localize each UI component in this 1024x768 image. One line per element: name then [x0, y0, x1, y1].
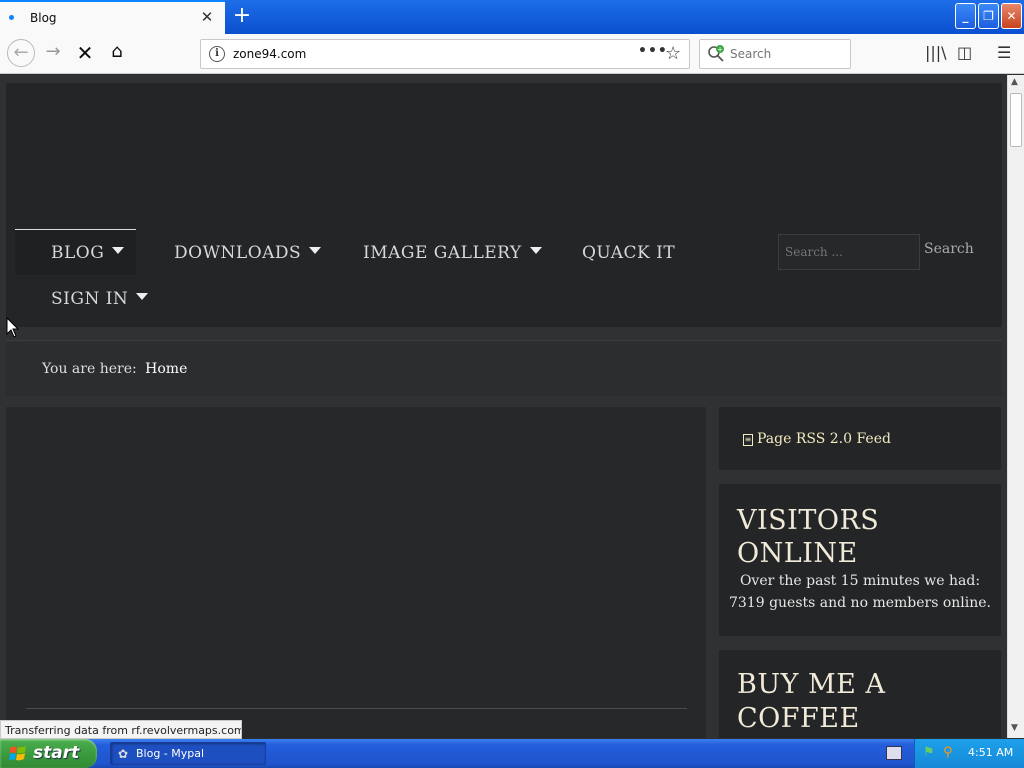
stop-button[interactable]: ✕ — [72, 41, 98, 67]
browser-search-bar[interactable]: + — [699, 39, 851, 69]
caret-down-icon[interactable] — [529, 247, 542, 254]
taskbar: start ✿ Blog - Mypal ⚑ ⚲ 4:51 AM — [0, 739, 1024, 768]
visitors-text: Over the past 15 minutes we had: 7319 gu… — [719, 570, 1001, 614]
start-label: start — [33, 743, 80, 763]
site-search-field[interactable] — [778, 234, 920, 270]
coffee-title-line2: COFFEE — [737, 703, 860, 734]
network-icon[interactable]: ⚑ — [923, 745, 935, 760]
site-search-input[interactable] — [779, 235, 919, 269]
restore-button[interactable]: ❐ — [978, 3, 999, 29]
home-button[interactable]: ⌂ — [104, 41, 130, 67]
mouse-cursor-icon — [6, 317, 20, 338]
breadcrumb-home: Home — [145, 361, 188, 377]
breadcrumb-text: You are here: Home — [42, 361, 187, 377]
nav-quack-it[interactable]: QUACK IT — [582, 243, 675, 263]
taskbar-item-blog[interactable]: ✿ Blog - Mypal — [110, 742, 266, 765]
buy-coffee-module: BUY ME A COFFEE — [719, 650, 1001, 738]
library-icon[interactable]: |||\ — [925, 43, 947, 62]
close-window-button[interactable]: ✕ — [1001, 3, 1022, 29]
title-bar: Blog ✕ + _ ❐ ✕ — [0, 0, 1024, 34]
site-info-icon[interactable]: i — [209, 46, 225, 62]
breadcrumb: You are here: Home — [6, 340, 1002, 396]
nav-label: IMAGE GALLERY — [363, 243, 522, 263]
tab-blog[interactable]: Blog ✕ — [0, 0, 225, 34]
nav-blog[interactable]: BLOG — [51, 243, 125, 263]
start-button[interactable]: start — [0, 739, 97, 768]
scroll-up-icon[interactable]: ▲ — [1011, 77, 1018, 87]
page-viewport: BLOG DOWNLOADS IMAGE GALLERY QUACK IT SI… — [0, 75, 1007, 738]
nav-label: QUACK IT — [582, 243, 676, 263]
caret-down-icon[interactable] — [136, 293, 149, 300]
scroll-down-icon[interactable]: ▼ — [1011, 723, 1018, 733]
url-text[interactable]: zone94.com — [233, 47, 306, 61]
svg-text:+: + — [717, 46, 723, 54]
coffee-title-line1: BUY ME A — [737, 669, 886, 700]
taskbar-item-label: Blog - Mypal — [136, 747, 205, 760]
visitors-title-line1: VISITORS — [737, 505, 880, 536]
search-tray-icon[interactable]: ⚲ — [943, 745, 953, 760]
nav-label: BLOG — [51, 243, 105, 263]
back-button[interactable]: ← — [7, 39, 35, 67]
minimize-button[interactable]: _ — [955, 3, 976, 29]
tab-title: Blog — [30, 11, 57, 25]
forward-button[interactable]: → — [40, 41, 66, 67]
browser-app-icon: ✿ — [118, 747, 129, 761]
bookmark-star-icon[interactable]: ☆ — [665, 43, 681, 64]
breadcrumb-prefix: You are here: — [42, 361, 137, 377]
status-bar: Transferring data from rf.revolvermaps.c… — [0, 720, 242, 739]
feed-icon: ≡ — [743, 434, 753, 446]
visitors-title-line2: ONLINE — [737, 538, 858, 569]
scrollbar-thumb[interactable] — [1010, 93, 1022, 147]
loading-indicator-icon — [9, 15, 14, 20]
content-divider — [26, 708, 687, 709]
caret-down-icon[interactable] — [309, 247, 322, 254]
site-search-button[interactable]: Search — [924, 241, 974, 257]
nav-sign-in[interactable]: SIGN IN — [51, 289, 149, 309]
visitors-online-module: VISITORS ONLINE Over the past 15 minutes… — [719, 484, 1001, 636]
caret-down-icon[interactable] — [112, 247, 125, 254]
site-header: BLOG DOWNLOADS IMAGE GALLERY QUACK IT SI… — [6, 83, 1002, 327]
vertical-scrollbar[interactable]: ▲ ▼ — [1007, 75, 1024, 738]
close-tab-icon[interactable]: ✕ — [199, 9, 215, 25]
new-tab-button[interactable]: + — [230, 4, 254, 28]
url-bar[interactable]: i zone94.com ••• ☆ — [200, 39, 690, 69]
sidebar-icon[interactable]: ◫ — [957, 43, 972, 62]
search-icon: + — [708, 45, 724, 62]
main-content — [6, 407, 706, 738]
visitors-line2: 7319 guests and no members online. — [728, 595, 992, 611]
rss-module: ≡ Page RSS 2.0 Feed — [719, 407, 1001, 470]
browser-search-input[interactable] — [730, 45, 845, 63]
page-actions-icon[interactable]: ••• — [638, 43, 668, 59]
nav-toolbar: ← → ✕ ⌂ i zone94.com ••• ☆ + |||\ ◫ ☰ — [0, 34, 1024, 74]
keyboard-icon[interactable] — [886, 746, 902, 760]
rss-label: Page RSS 2.0 Feed — [757, 431, 891, 447]
nav-label: DOWNLOADS — [174, 243, 302, 263]
windows-logo-icon — [9, 746, 26, 761]
visitors-line1: Over the past 15 minutes we had: — [739, 573, 981, 589]
clock: 4:51 AM — [968, 746, 1014, 759]
nav-image-gallery[interactable]: IMAGE GALLERY — [363, 243, 542, 263]
rss-feed-link[interactable]: ≡ Page RSS 2.0 Feed — [743, 431, 891, 447]
nav-downloads[interactable]: DOWNLOADS — [174, 243, 322, 263]
menu-icon[interactable]: ☰ — [997, 43, 1011, 62]
nav-label: SIGN IN — [51, 289, 129, 309]
system-tray: ⚑ ⚲ 4:51 AM — [914, 739, 1024, 768]
